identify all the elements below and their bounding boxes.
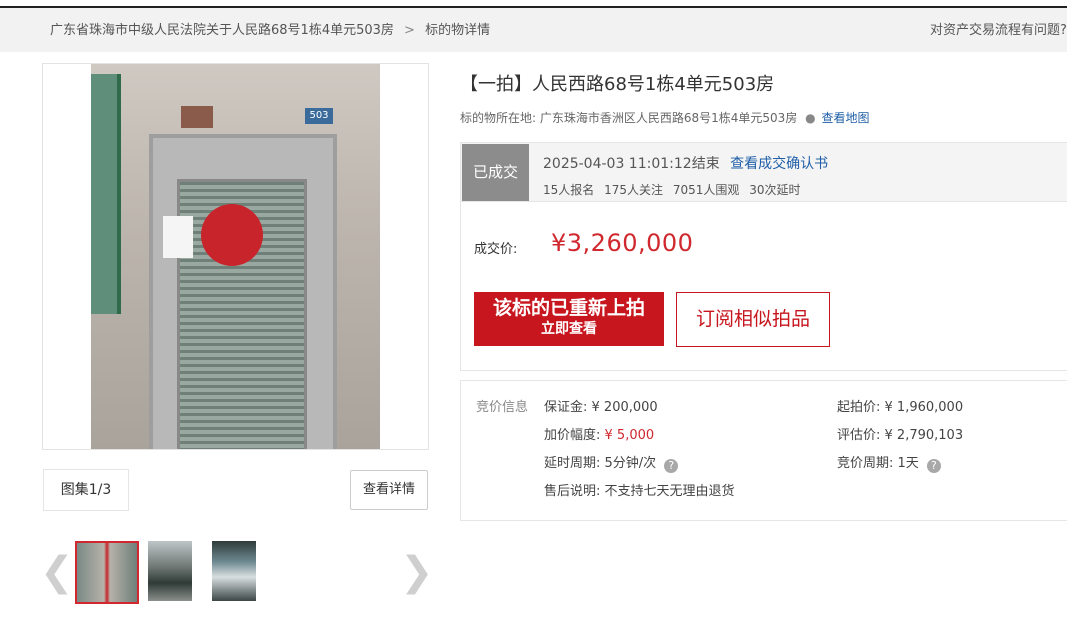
deal-price-value: ¥3,260,000 <box>551 229 694 257</box>
relisted-view-button[interactable]: 该标的已重新上拍 立即查看 <box>474 292 664 346</box>
item-title: 【一拍】人民西路68号1栋4单元503房 <box>460 74 775 95</box>
start-price-value: ¥ 1,960,000 <box>884 400 964 415</box>
location-label: 标的物所在地: <box>460 111 537 125</box>
appraisal-row: 评估价: ¥ 2,790,103 <box>837 424 963 443</box>
start-price-row: 起拍价: ¥ 1,960,000 <box>837 396 963 415</box>
deposit-row: 保证金: ¥ 200,000 <box>544 396 658 415</box>
end-time-text: 2025-04-03 11:01:12结束 <box>543 156 720 172</box>
signup-count: 15人报名 <box>543 183 595 197</box>
breadcrumb-separator: > <box>404 23 415 38</box>
bid-info-panel: 竞价信息 保证金: ¥ 200,000 起拍价: ¥ 1,960,000 加价幅… <box>460 380 1067 521</box>
view-map-link[interactable]: 查看地图 <box>821 111 869 125</box>
appraisal-value: ¥ 2,790,103 <box>884 428 964 443</box>
help-link[interactable]: 对资产交易流程有问题? <box>930 8 1067 54</box>
cycle-row: 竞价周期: 1天 ? <box>837 452 941 473</box>
increment-row: 加价幅度: ¥ 5,000 <box>544 424 654 443</box>
photo-seal <box>201 204 263 266</box>
thumbnail-2[interactable] <box>148 541 192 601</box>
viewer-count: 7051人围观 <box>672 183 740 197</box>
relist-line1: 该标的已重新上拍 <box>492 297 645 319</box>
appraisal-label: 评估价: <box>837 428 881 443</box>
thumbnail-1[interactable] <box>75 541 139 604</box>
thumbnail-3[interactable] <box>212 541 256 601</box>
aftersale-value: 不支持七天无理由退货 <box>604 484 735 499</box>
deal-status-panel: 已成交 2025-04-03 11:01:12结束 查看成交确认书 15人报名 … <box>460 142 1067 371</box>
end-time: 2025-04-03 11:01:12结束 查看成交确认书 <box>543 153 828 173</box>
photo-notice <box>163 216 193 258</box>
view-details-button[interactable]: 查看详情 <box>350 470 428 510</box>
status-badge: 已成交 <box>462 144 529 201</box>
aftersale-label: 售后说明: <box>544 484 601 499</box>
breadcrumb-bar: 广东省珠海市中级人民法院关于人民路68号1栋4单元503房 > 标的物详情 对资… <box>0 8 1067 52</box>
subscribe-similar-button[interactable]: 订阅相似拍品 <box>676 292 830 347</box>
breadcrumb: 广东省珠海市中级人民法院关于人民路68号1栋4单元503房 > 标的物详情 <box>50 8 490 54</box>
main-photo-frame[interactable]: 503 <box>42 63 429 450</box>
breadcrumb-parent-link[interactable]: 广东省珠海市中级人民法院关于人民路68号1栋4单元503房 <box>50 23 394 38</box>
help-question-icon[interactable]: ? <box>926 459 941 473</box>
extension-count: 30次延时 <box>749 183 801 197</box>
location-value: 广东珠海市香洲区人民西路68号1栋4单元503房 <box>539 111 798 125</box>
delay-value: 5分钟/次 <box>604 456 657 471</box>
auction-stats: 15人报名 175人关注 7051人围观 30次延时 <box>543 181 807 198</box>
start-price-label: 起拍价: <box>837 400 881 415</box>
bid-info-label: 竞价信息 <box>476 400 529 415</box>
album-counter: 图集1/3 <box>43 469 129 511</box>
follower-count: 175人关注 <box>604 183 664 197</box>
map-pin-icon: ● <box>805 111 816 125</box>
increment-value: ¥ 5,000 <box>604 428 655 443</box>
cycle-value: 1天 <box>897 456 919 471</box>
chevron-left-icon[interactable]: ❮ <box>40 552 74 592</box>
increment-label: 加价幅度: <box>544 428 601 443</box>
cycle-label: 竞价周期: <box>837 456 894 471</box>
aftersale-row: 售后说明: 不支持七天无理由退货 <box>544 480 735 499</box>
help-question-icon[interactable]: ? <box>664 459 679 473</box>
door-number-plate: 503 <box>305 108 333 124</box>
relist-line2: 立即查看 <box>541 321 597 337</box>
delay-row: 延时周期: 5分钟/次 ? <box>544 452 679 473</box>
photo-sign <box>181 106 213 128</box>
photo-window <box>91 74 121 314</box>
status-header: 已成交 2025-04-03 11:01:12结束 查看成交确认书 15人报名 … <box>461 143 1067 202</box>
deposit-value: ¥ 200,000 <box>591 400 658 415</box>
chevron-right-icon[interactable]: ❯ <box>400 552 434 592</box>
confirmation-link[interactable]: 查看成交确认书 <box>730 156 828 172</box>
deposit-label: 保证金: <box>544 400 588 415</box>
main-photo: 503 <box>91 64 380 449</box>
deal-price-label: 成交价: <box>474 242 518 257</box>
delay-label: 延时周期: <box>544 456 601 471</box>
item-location: 标的物所在地: 广东珠海市香洲区人民西路68号1栋4单元503房 ● 查看地图 <box>460 109 869 126</box>
breadcrumb-current: 标的物详情 <box>425 23 491 38</box>
